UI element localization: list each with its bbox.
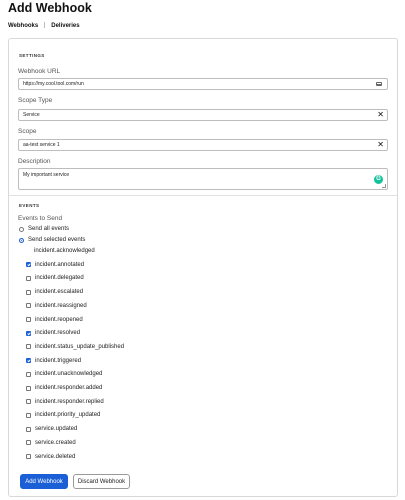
checkbox[interactable] [26,426,31,432]
event-label: incident.resolved [35,330,81,337]
send-all-events-label: Send all events [28,226,70,232]
checkbox[interactable] [26,440,31,446]
event-label: service.updated [35,426,78,433]
checkbox[interactable] [26,289,31,295]
send-selected-events-option[interactable]: Send selected events [19,237,85,243]
scope-type-label: Scope Type [18,97,53,104]
event-checkbox-row[interactable]: service.updated [26,426,77,432]
description-value: My important service [23,172,70,178]
tab-bar: Webhooks Deliveries [8,22,86,29]
event-checkbox-row[interactable]: service.deleted [26,454,75,460]
scope-select[interactable]: aa-test service 1 ✕ [18,139,388,151]
event-checkbox-row[interactable]: incident.triggered [26,358,81,364]
checkbox[interactable] [26,412,31,418]
events-heading: EVENTS [19,203,40,208]
event-label: incident.acknowledged [34,248,95,254]
radio-button-selected[interactable] [19,237,24,243]
event-label: service.created [35,439,76,446]
add-webhook-button[interactable]: Add Webhook [20,474,68,489]
checkbox[interactable] [26,385,31,391]
checkbox[interactable] [26,303,31,309]
event-label: incident.responder.replied [35,398,104,405]
page-title: Add Webhook [8,1,92,15]
checkbox[interactable] [26,317,31,322]
event-checkbox-row[interactable]: incident.escalated [26,289,83,295]
event-checkbox-row[interactable]: incident.unacknowledged [26,371,102,377]
event-checkbox-row[interactable]: incident.delegated [26,275,84,281]
checkbox-checked[interactable] [26,262,31,268]
event-checkbox-row[interactable]: incident.reassigned [26,303,87,309]
events-to-send-label: Events to Send [18,215,63,222]
radio-button[interactable] [19,226,24,232]
checkbox[interactable] [26,371,31,377]
event-label: incident.priority_updated [35,412,101,419]
scope-type-value: Service [23,112,40,118]
event-label: incident.reopened [35,316,83,323]
event-label: incident.reassigned [35,302,87,309]
scope-value: aa-test service 1 [23,142,60,148]
tab-deliveries[interactable]: Deliveries [51,23,79,29]
webhook-form-card: SETTINGS Webhook URL https://my.cool.too… [8,38,398,497]
event-checkbox-row[interactable]: incident.responder.added [26,385,102,391]
checkbox-checked[interactable] [26,358,31,364]
event-label: service.deleted [35,453,76,460]
checkbox-checked[interactable] [26,330,31,336]
tab-divider [44,22,46,28]
webhook-url-label: Webhook URL [18,68,61,75]
webhook-url-value: https://my.cool.tool.com/run [23,81,84,87]
event-label: incident.escalated [35,289,84,296]
event-checkbox-row[interactable]: service.created [26,440,76,446]
credit-card-icon[interactable] [376,82,382,86]
checkbox[interactable] [26,344,31,350]
tab-webhooks[interactable]: Webhooks [8,23,38,29]
resize-handle-icon[interactable] [382,184,386,188]
event-label: incident.triggered [35,357,82,364]
description-label: Description [18,158,51,165]
webhook-url-input[interactable]: https://my.cool.tool.com/run [18,78,388,90]
event-checkbox-row[interactable]: incident.resolved [26,330,80,336]
checkbox[interactable] [26,454,31,459]
checkbox[interactable] [26,399,31,405]
clear-icon[interactable]: ✕ [377,140,384,150]
description-textarea[interactable]: My important service G [18,168,388,190]
event-label: incident.annotated [35,261,85,268]
send-selected-events-label: Send selected events [28,237,86,243]
event-checkbox-row[interactable]: incident.annotated [26,262,84,268]
checkbox[interactable] [26,275,31,281]
event-label: incident.unacknowledged [35,371,103,378]
event-checkbox-row[interactable]: incident.status_update_published [26,344,124,350]
grammarly-icon[interactable]: G [374,175,383,184]
event-checkbox-row[interactable]: incident.reopened [26,317,83,323]
scope-type-select[interactable]: Service ✕ [18,109,388,121]
settings-heading: SETTINGS [19,53,45,58]
discard-webhook-button[interactable]: Discard Webhook [73,474,130,489]
send-all-events-option[interactable]: Send all events [19,226,69,232]
event-label: incident.responder.added [35,385,103,391]
clear-icon[interactable]: ✕ [377,110,384,120]
section-divider [9,195,397,196]
event-label: incident.delegated [35,275,84,282]
event-checkbox-row[interactable]: incident.responder.replied [26,399,104,405]
event-label: incident.status_update_published [35,343,125,350]
scope-label: Scope [18,128,37,135]
event-checkbox-row[interactable]: incident.acknowledged [34,248,95,254]
event-checkbox-row[interactable]: incident.priority_updated [26,412,100,418]
